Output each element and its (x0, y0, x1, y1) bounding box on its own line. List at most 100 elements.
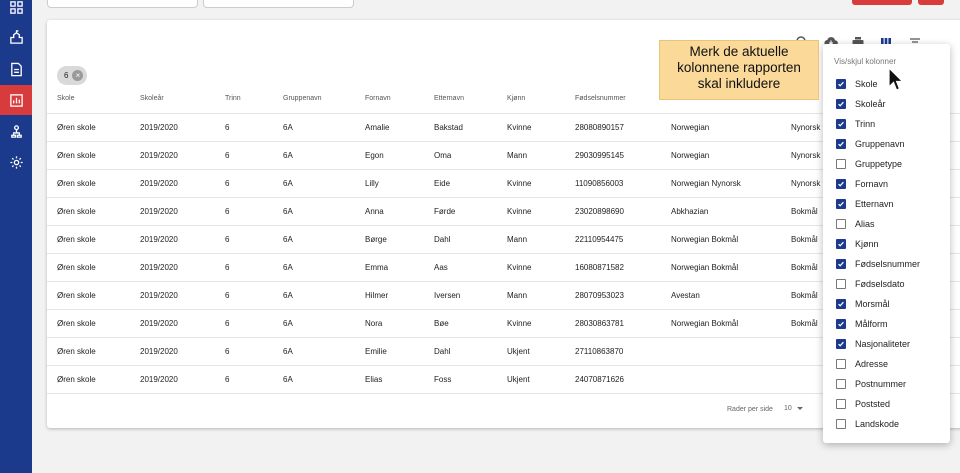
checkbox-unchecked-icon[interactable] (836, 279, 846, 289)
table-cell: 6A (283, 207, 293, 216)
column-option[interactable]: Poststed (836, 397, 890, 411)
table-cell: 28030863781 (575, 319, 624, 328)
table-cell: Avestan (671, 291, 700, 300)
table-cell: Hilmer (365, 291, 389, 300)
table-cell: Emma (365, 263, 389, 272)
nav-item-reports[interactable] (0, 85, 32, 115)
table-cell: 28080890157 (575, 123, 624, 132)
column-option[interactable]: Skole (836, 77, 878, 91)
table-cell: Norwegian (671, 151, 710, 160)
table-cell: Eide (434, 179, 451, 188)
column-option[interactable]: Adresse (836, 357, 888, 371)
checkbox-unchecked-icon[interactable] (836, 419, 846, 429)
table-cell: Norwegian Bokmål (671, 235, 739, 244)
table-cell: 28070953023 (575, 291, 624, 300)
table-cell: 6 (225, 207, 230, 216)
column-option-label: Landskode (855, 419, 900, 429)
column-option[interactable]: Fødselsdato (836, 277, 905, 291)
primary-action-button[interactable] (852, 0, 912, 5)
filter-input-2[interactable] (203, 0, 354, 8)
table-cell: 2019/2020 (140, 179, 178, 188)
checkbox-unchecked-icon[interactable] (836, 159, 846, 169)
table-cell: 2019/2020 (140, 291, 178, 300)
column-option[interactable]: Trinn (836, 117, 875, 131)
checkbox-checked-icon[interactable] (836, 299, 846, 309)
checkbox-checked-icon[interactable] (836, 239, 846, 249)
table-cell: 6 (225, 179, 230, 188)
column-option[interactable]: Etternavn (836, 197, 894, 211)
column-option[interactable]: Fornavn (836, 177, 888, 191)
nav-item-documents[interactable] (0, 54, 32, 84)
table-cell: Iversen (434, 291, 461, 300)
checkbox-checked-icon[interactable] (836, 119, 846, 129)
checkbox-unchecked-icon[interactable] (836, 219, 846, 229)
checkbox-checked-icon[interactable] (836, 99, 846, 109)
table-cell: Kvinne (507, 207, 532, 216)
column-option[interactable]: Postnummer (836, 377, 906, 391)
checkbox-checked-icon[interactable] (836, 179, 846, 189)
table-cell: Bokmål (791, 263, 818, 272)
nav-item-groups[interactable] (0, 116, 32, 146)
column-option[interactable]: Gruppetype (836, 157, 902, 171)
column-header[interactable]: Fornavn (365, 95, 391, 102)
table-cell: Kvinne (507, 319, 532, 328)
checkbox-checked-icon[interactable] (836, 139, 846, 149)
table-cell: Elias (365, 375, 383, 384)
table-cell: Dahl (434, 347, 451, 356)
column-header[interactable]: Skole (57, 95, 75, 102)
table-cell: Lilly (365, 179, 379, 188)
checkbox-checked-icon[interactable] (836, 319, 846, 329)
column-option-label: Trinn (855, 119, 876, 129)
column-header[interactable]: Gruppenavn (283, 95, 322, 102)
checkbox-checked-icon[interactable] (836, 199, 846, 209)
table-cell: Aas (434, 263, 448, 272)
checkbox-unchecked-icon[interactable] (836, 379, 846, 389)
column-option-label: Alias (855, 219, 875, 229)
column-header[interactable]: Trinn (225, 95, 241, 102)
checkbox-checked-icon[interactable] (836, 339, 846, 349)
table-cell: Førde (434, 207, 456, 216)
mouse-cursor-icon (888, 67, 904, 91)
table-cell: Norwegian Bokmål (671, 263, 739, 272)
table-cell: 24070871626 (575, 375, 624, 384)
column-header[interactable]: Kjønn (507, 95, 525, 102)
table-cell: 6 (225, 151, 230, 160)
rows-per-page-label: Rader per side (727, 406, 773, 413)
column-option[interactable]: Alias (836, 217, 875, 231)
table-cell: Norwegian Nynorsk (671, 179, 741, 188)
table-cell: 6A (283, 375, 293, 384)
column-option[interactable]: Nasjonaliteter (836, 337, 910, 351)
filter-chip[interactable]: 6 × (57, 66, 88, 85)
nav-item-apps[interactable] (0, 0, 32, 22)
checkbox-checked-icon[interactable] (836, 79, 846, 89)
table-cell: Amalie (365, 123, 390, 132)
column-header[interactable]: Etternavn (434, 95, 464, 102)
filter-input-1[interactable] (47, 0, 198, 8)
secondary-action-button[interactable] (918, 0, 944, 5)
column-option-label: Morsmål (855, 299, 890, 309)
nav-item-settings[interactable] (0, 147, 32, 177)
table-cell: Kvinne (507, 123, 532, 132)
close-icon[interactable]: × (72, 70, 84, 81)
table-cell: 6 (225, 375, 230, 384)
table-cell: 6A (283, 263, 293, 272)
table-cell: Egon (365, 151, 384, 160)
column-header[interactable]: Fødselsnummer (575, 95, 626, 102)
checkbox-unchecked-icon[interactable] (836, 399, 846, 409)
checkbox-unchecked-icon[interactable] (836, 359, 846, 369)
instruction-callout: Merk de aktuelle kolonnene rapporten ska… (659, 40, 819, 100)
callout-line: skal inkludere (697, 76, 781, 91)
rows-per-page-select[interactable]: 10 (784, 405, 803, 412)
people-network-icon (10, 124, 22, 138)
table-cell: 6A (283, 123, 293, 132)
column-header[interactable]: Skoleår (140, 95, 164, 102)
checkbox-checked-icon[interactable] (836, 259, 846, 269)
column-option[interactable]: Skoleår (836, 97, 886, 111)
column-option[interactable]: Målform (836, 317, 888, 331)
column-option[interactable]: Fødselsnummer (836, 257, 920, 271)
nav-item-schools[interactable] (0, 22, 32, 52)
column-option[interactable]: Gruppenavn (836, 137, 905, 151)
column-option[interactable]: Morsmål (836, 297, 890, 311)
column-option[interactable]: Landskode (836, 417, 899, 431)
column-option[interactable]: Kjønn (836, 237, 879, 251)
